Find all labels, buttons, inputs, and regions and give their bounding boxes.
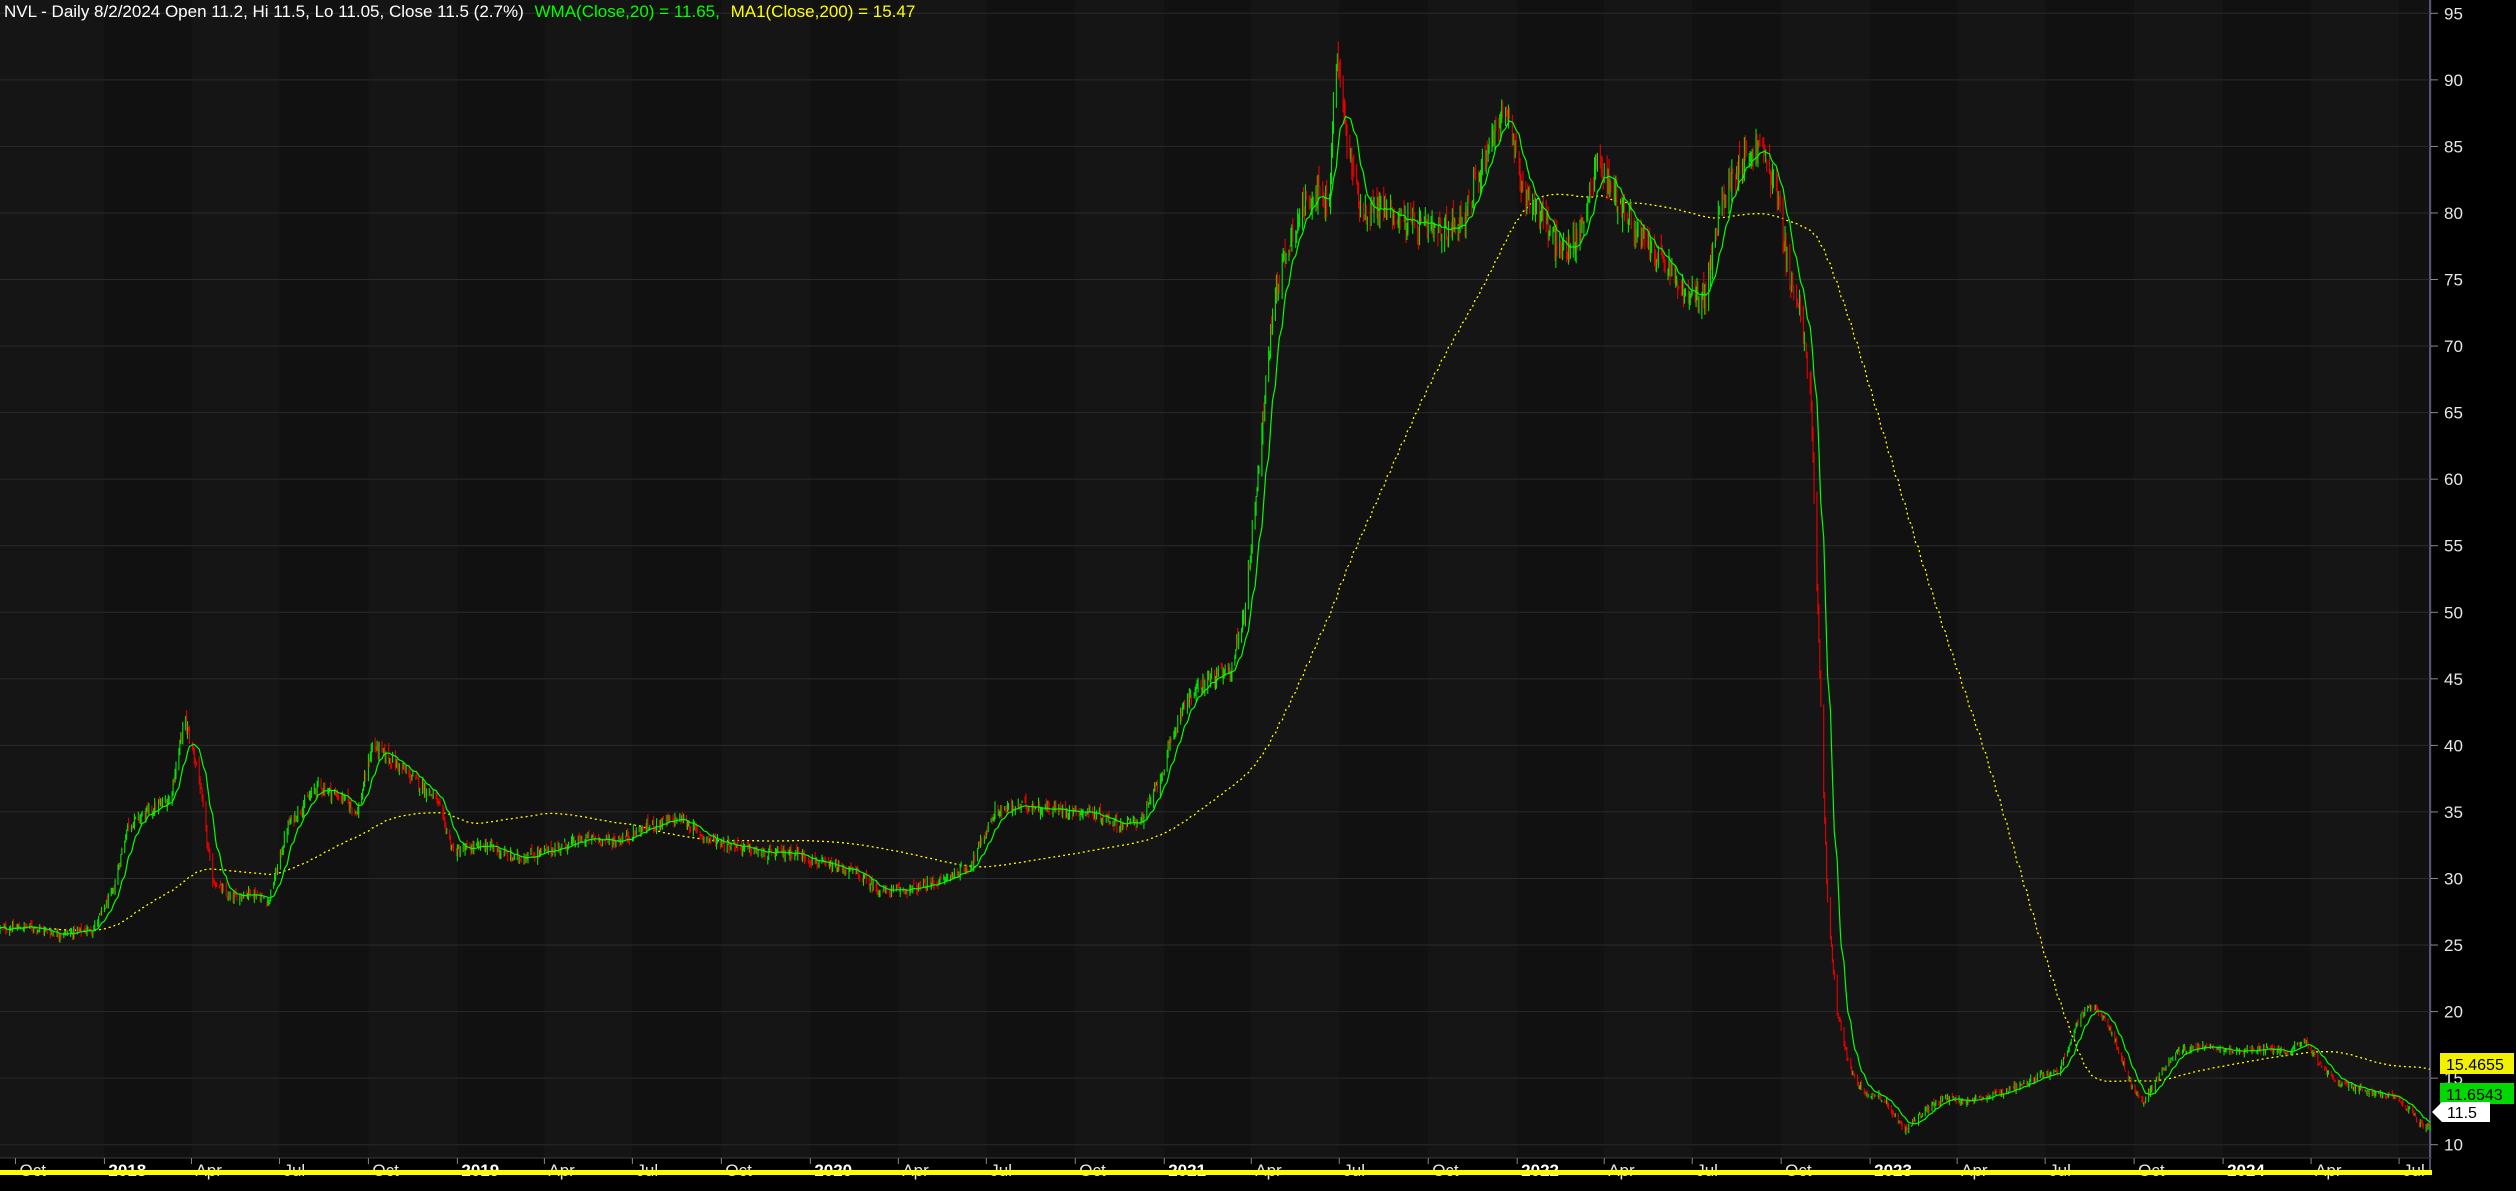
y-tick-label: 25 (2444, 936, 2463, 955)
y-tick-label: 40 (2444, 736, 2463, 755)
stock-chart[interactable]: 101520253035404550556065707580859095 Oct… (0, 0, 2516, 1191)
y-tick-label: 35 (2444, 803, 2463, 822)
y-tick-label: 30 (2444, 869, 2463, 888)
y-tick-label: 95 (2444, 4, 2463, 23)
header-symbol-ohlc: NVL - Daily 8/2/2024 Open 11.2, Hi 11.5,… (4, 2, 524, 21)
y-tick-label: 70 (2444, 337, 2463, 356)
chart-header: NVL - Daily 8/2/2024 Open 11.2, Hi 11.5,… (4, 2, 915, 21)
bottom-scroll-strip[interactable] (0, 1170, 2432, 1175)
period-band (632, 0, 722, 1158)
y-tick-label: 20 (2444, 1003, 2463, 1022)
y-tick-label: 90 (2444, 71, 2463, 90)
y-tick-label: 60 (2444, 470, 2463, 489)
y-tick-label: 10 (2444, 1136, 2463, 1155)
y-tick-label: 55 (2444, 537, 2463, 556)
period-band (2223, 0, 2312, 1158)
header-ma: MA1(Close,200) = 15.47 (731, 2, 916, 21)
y-tick-label: 85 (2444, 137, 2463, 156)
period-band (1164, 0, 1252, 1158)
period-band (2045, 0, 2135, 1158)
wma-badge-label: 11.6543 (2446, 1087, 2503, 1104)
y-tick-label: 75 (2444, 271, 2463, 290)
y-tick-label: 65 (2444, 404, 2463, 423)
period-band (279, 0, 369, 1158)
period-band (2399, 0, 2432, 1158)
period-band (1870, 0, 1958, 1158)
header-wma: WMA(Close,20) = 11.65, (534, 2, 719, 21)
ma-badge-label: 15.4655 (2446, 1057, 2504, 1074)
period-band (986, 0, 1076, 1158)
period-band (810, 0, 899, 1158)
close-badge-label: 11.5 (2447, 1105, 2477, 1122)
y-tick-label: 45 (2444, 670, 2463, 689)
period-band (457, 0, 545, 1158)
period-band (104, 0, 192, 1158)
y-tick-label: 50 (2444, 603, 2463, 622)
y-tick-label: 80 (2444, 204, 2463, 223)
period-bands (0, 0, 2432, 1172)
period-band (1517, 0, 1605, 1158)
